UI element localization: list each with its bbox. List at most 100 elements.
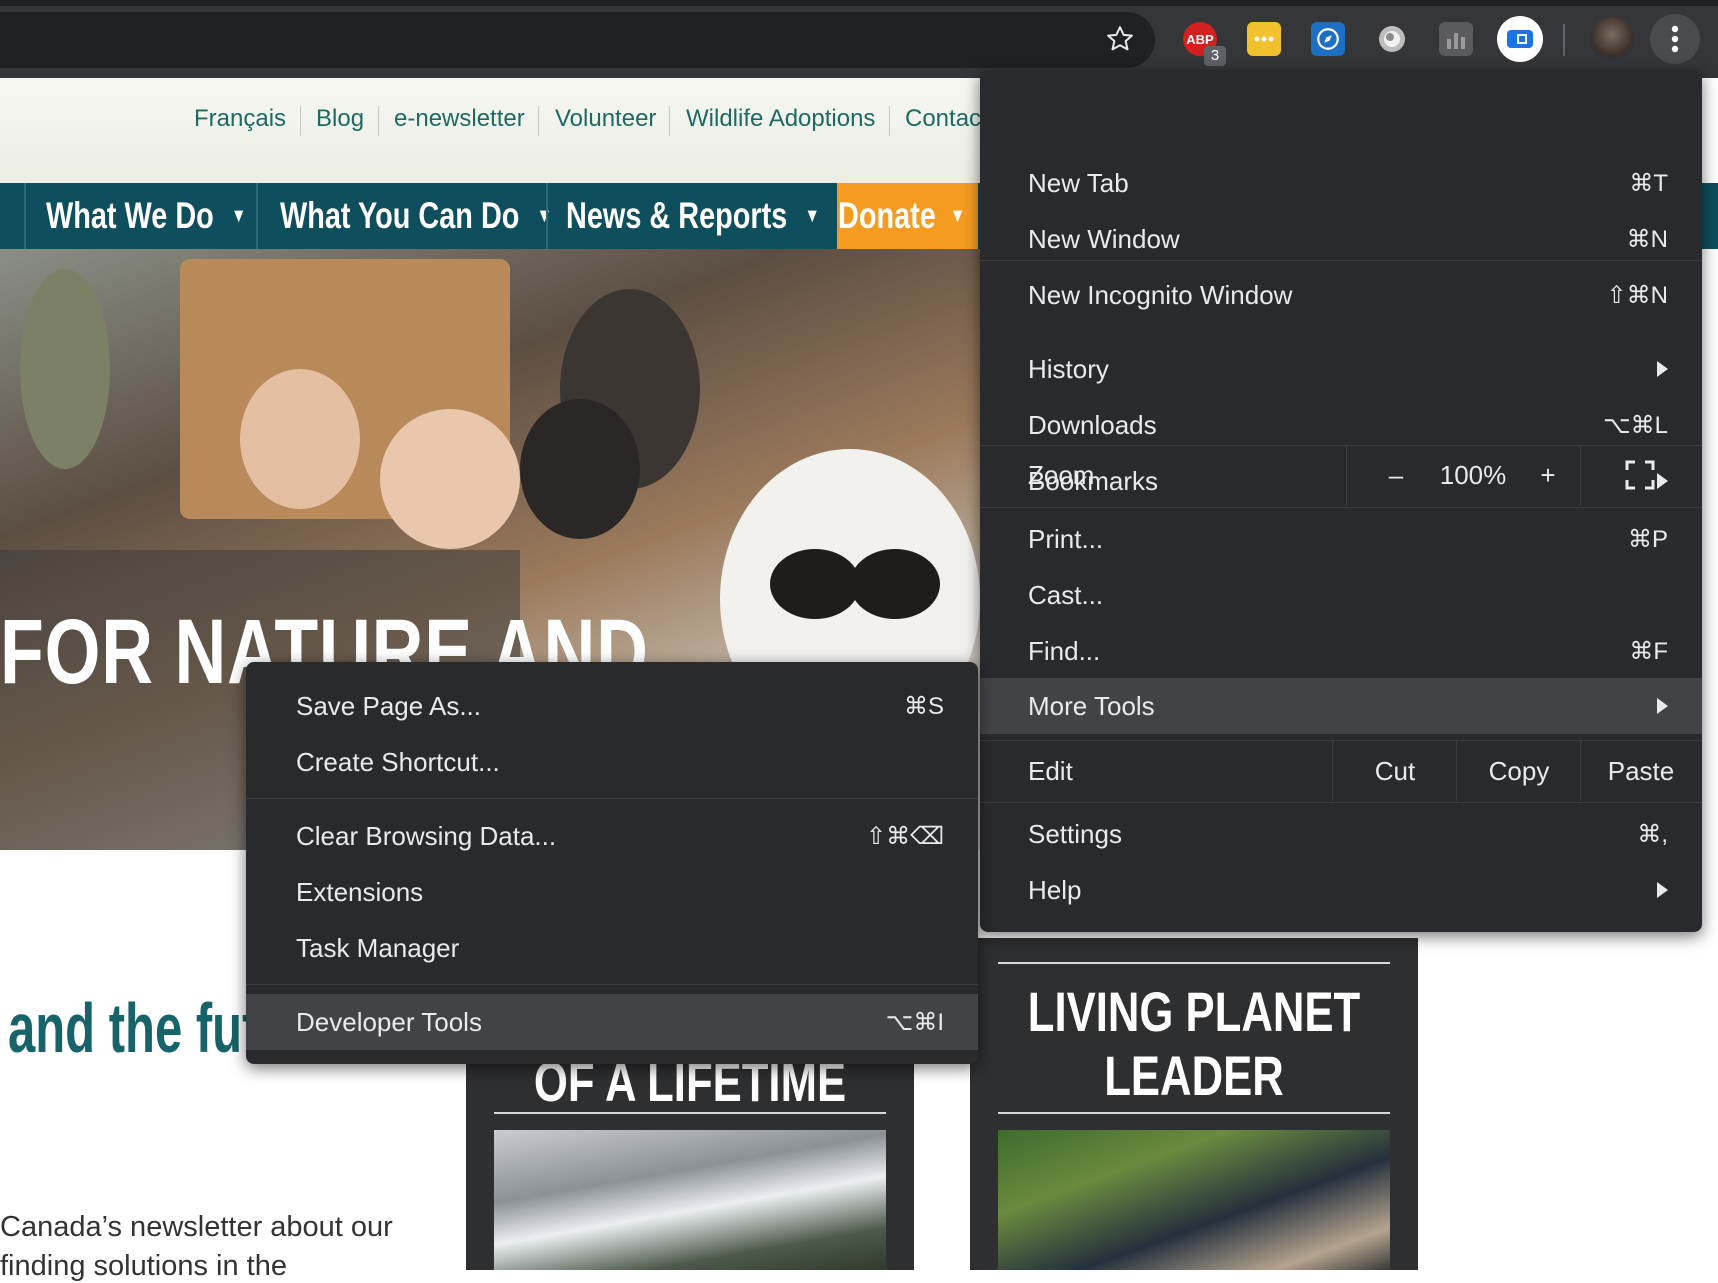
menu-shortcut: ⇧⌘⌫ — [865, 822, 944, 850]
toolbar-separator — [1563, 24, 1565, 56]
link-divider — [669, 106, 670, 136]
adblock-count-badge: 3 — [1204, 46, 1226, 66]
menu-item-settings[interactable]: Settings ⌘, — [980, 808, 1702, 860]
card-image-mountains — [494, 1130, 886, 1270]
chevron-right-icon — [1657, 361, 1668, 377]
nav-news-reports[interactable]: News & Reports ▼ — [566, 186, 820, 246]
menu-label: History — [1028, 353, 1109, 384]
nav-donate[interactable]: Donate ▼ — [838, 186, 965, 246]
card-title-line: LEADER — [1104, 1044, 1284, 1107]
chevron-down-icon: ▼ — [949, 204, 966, 227]
menu-shortcut: ⇧⌘N — [1606, 281, 1668, 309]
menu-label: Help — [1028, 874, 1082, 905]
extension-yellow-icon[interactable] — [1247, 22, 1281, 56]
menu-item-more-tools[interactable]: More Tools — [980, 678, 1702, 734]
link-francais[interactable]: Français — [194, 105, 286, 133]
link-contact[interactable]: Contac — [905, 105, 981, 133]
menu-shortcut: ⌘S — [903, 692, 944, 720]
menu-label: More Tools — [1028, 690, 1155, 721]
menu-item-incognito[interactable]: New Incognito Window ⇧⌘N — [980, 269, 1702, 321]
menu-separator — [980, 507, 1702, 508]
zoom-out-button[interactable]: – — [1376, 460, 1416, 491]
menu-label: Find... — [1028, 635, 1101, 666]
body-text-line: Canada’s newsletter about our — [0, 1211, 393, 1243]
address-bar[interactable] — [0, 12, 1155, 68]
nav-divider — [256, 183, 258, 249]
link-volunteer[interactable]: Volunteer — [555, 105, 656, 133]
menu-separator — [980, 445, 1702, 446]
menu-item-history[interactable]: History — [980, 343, 1702, 395]
nav-what-you-can-do[interactable]: What You Can Do ▼ — [280, 186, 552, 246]
compass-icon[interactable] — [1311, 22, 1345, 56]
menu-item-print[interactable]: Print... ⌘P — [980, 513, 1702, 565]
menu-label: Extensions — [296, 876, 424, 907]
menu-item-cast[interactable]: Cast... — [980, 569, 1702, 621]
chevron-right-icon — [1657, 698, 1668, 714]
menu-item-help[interactable]: Help — [980, 864, 1702, 916]
star-icon[interactable] — [1103, 22, 1137, 56]
card-image-people — [998, 1130, 1390, 1270]
nav-divider — [24, 183, 26, 249]
link-divider — [378, 106, 379, 136]
submenu-item-extensions[interactable]: Extensions — [246, 866, 978, 918]
more-tools-submenu: Save Page As... ⌘S Create Shortcut... Cl… — [246, 662, 978, 1064]
menu-label: Task Manager — [296, 932, 460, 963]
circle-extension-icon[interactable] — [1375, 22, 1409, 56]
menu-shortcut: ⌘N — [1626, 225, 1668, 253]
menu-label: Developer Tools — [296, 1006, 482, 1037]
nav-divider — [546, 183, 548, 249]
menu-item-new-window[interactable]: New Window ⌘N — [980, 213, 1702, 265]
submenu-item-task-manager[interactable]: Task Manager — [246, 922, 978, 974]
meet-extension-icon[interactable] — [1497, 16, 1543, 62]
chevron-right-icon — [1657, 882, 1668, 898]
menu-label: Save Page As... — [296, 690, 482, 721]
chevron-right-icon — [1657, 473, 1668, 489]
tab-strip-edge — [0, 0, 1718, 6]
zoom-in-button[interactable]: + — [1528, 460, 1568, 491]
fullscreen-icon[interactable] — [1625, 460, 1655, 490]
link-blog[interactable]: Blog — [316, 105, 364, 133]
menu-item-find[interactable]: Find... ⌘F — [980, 625, 1702, 677]
menu-label: Create Shortcut... — [296, 746, 500, 777]
menu-label: New Tab — [1028, 167, 1129, 198]
chevron-down-icon: ▼ — [804, 204, 820, 227]
chevron-down-icon: ▼ — [230, 204, 247, 227]
submenu-item-save-page[interactable]: Save Page As... ⌘S — [246, 680, 978, 732]
zoom-label: Zoom — [1028, 460, 1095, 490]
submenu-item-create-shortcut[interactable]: Create Shortcut... — [246, 736, 978, 788]
copy-button[interactable]: Copy — [1457, 756, 1581, 787]
edit-label: Edit — [1028, 756, 1073, 786]
menu-shortcut: ⌘T — [1629, 169, 1668, 197]
link-wildlife-adoptions[interactable]: Wildlife Adoptions — [686, 105, 875, 133]
card-divider — [998, 962, 1390, 964]
menu-item-downloads[interactable]: Downloads ⌥⌘L — [980, 399, 1702, 451]
nav-label: Donate — [838, 195, 936, 236]
link-divider — [300, 106, 301, 136]
nav-label: What We Do — [46, 195, 214, 236]
chevron-down-icon: ▼ — [536, 204, 553, 227]
cut-button[interactable]: Cut — [1333, 756, 1457, 787]
zoom-divider — [1346, 446, 1347, 506]
paste-button[interactable]: Paste — [1581, 756, 1701, 787]
link-enewsletter[interactable]: e-newsletter — [394, 105, 525, 133]
kebab-menu-icon[interactable] — [1650, 14, 1700, 64]
chart-extension-icon[interactable] — [1439, 22, 1473, 56]
body-text-line: finding solutions in the — [0, 1250, 287, 1282]
submenu-item-developer-tools[interactable]: Developer Tools ⌥⌘I — [246, 994, 978, 1050]
submenu-item-clear-browsing-data[interactable]: Clear Browsing Data... ⇧⌘⌫ — [246, 810, 978, 862]
nav-what-we-do[interactable]: What We Do ▼ — [46, 186, 246, 246]
menu-shortcut: ⌘, — [1637, 820, 1668, 848]
card-title-line: LIVING PLANET — [1027, 980, 1361, 1043]
menu-shortcut: ⌘P — [1627, 525, 1668, 553]
menu-item-new-tab[interactable]: New Tab ⌘T — [980, 157, 1702, 209]
menu-separator — [246, 798, 978, 799]
menu-label: New Incognito Window — [1028, 279, 1293, 310]
avatar[interactable] — [1590, 17, 1634, 61]
menu-separator — [980, 802, 1702, 803]
link-divider — [889, 106, 890, 136]
menu-shortcut: ⌥⌘I — [885, 1008, 944, 1036]
card-divider — [998, 1112, 1390, 1114]
link-divider — [538, 106, 539, 136]
menu-label: Settings — [1028, 818, 1122, 849]
menu-label: New Window — [1028, 223, 1180, 254]
